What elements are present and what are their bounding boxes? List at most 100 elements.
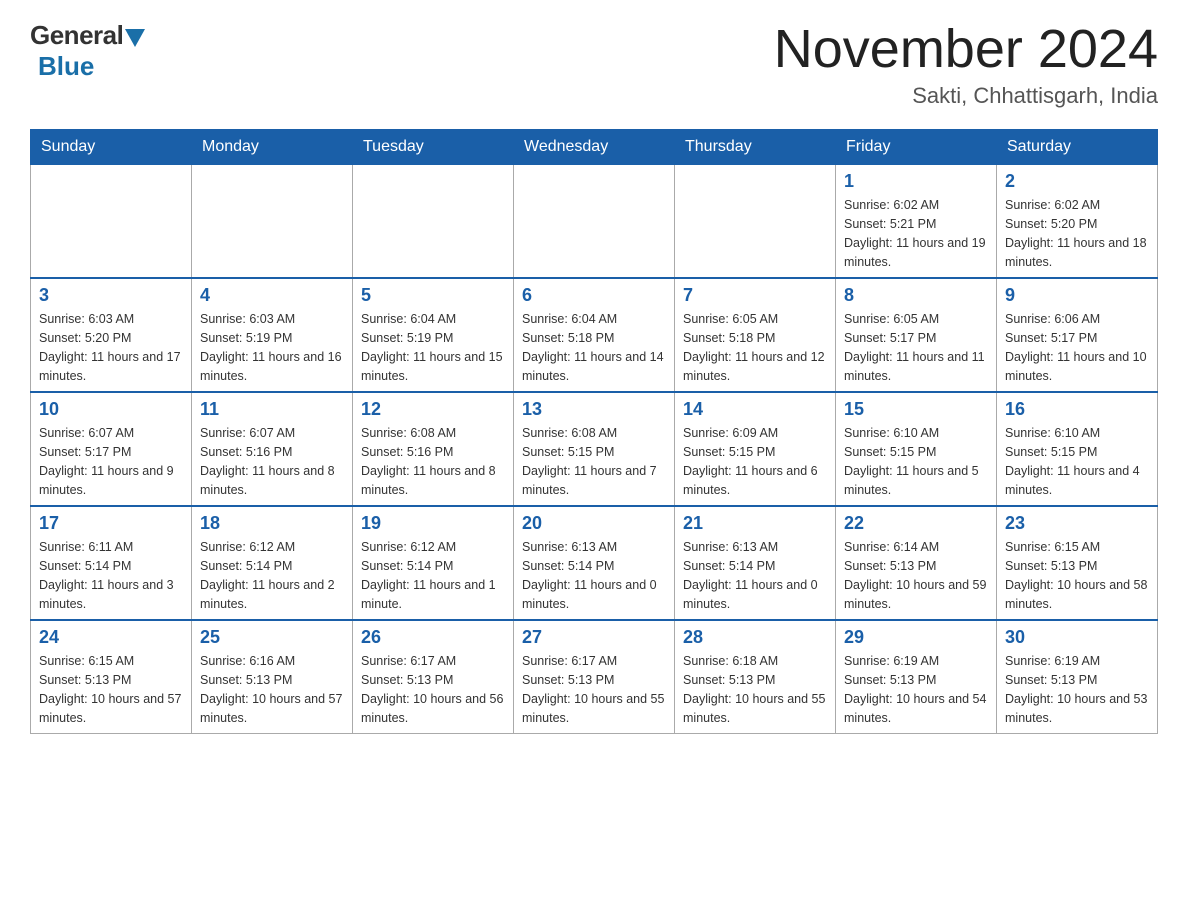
- calendar-day-cell: 8 Sunrise: 6:05 AMSunset: 5:17 PMDaylight…: [836, 278, 997, 392]
- day-info: Sunrise: 6:19 AMSunset: 5:13 PMDaylight:…: [844, 652, 988, 727]
- day-number: 14: [683, 399, 827, 420]
- day-number: 18: [200, 513, 344, 534]
- day-info: Sunrise: 6:06 AMSunset: 5:17 PMDaylight:…: [1005, 310, 1149, 385]
- day-of-week-header: Friday: [836, 130, 997, 165]
- day-info: Sunrise: 6:12 AMSunset: 5:14 PMDaylight:…: [200, 538, 344, 613]
- day-info: Sunrise: 6:04 AMSunset: 5:19 PMDaylight:…: [361, 310, 505, 385]
- calendar-day-cell: 21 Sunrise: 6:13 AMSunset: 5:14 PMDayligh…: [675, 506, 836, 620]
- day-info: Sunrise: 6:14 AMSunset: 5:13 PMDaylight:…: [844, 538, 988, 613]
- day-info: Sunrise: 6:17 AMSunset: 5:13 PMDaylight:…: [522, 652, 666, 727]
- calendar-day-cell: 10Sunrise: 6:07 AMSunset: 5:17 PMDayligh…: [31, 392, 192, 506]
- day-info: Sunrise: 6:16 AMSunset: 5:13 PMDaylight:…: [200, 652, 344, 727]
- calendar-day-cell: 30 Sunrise: 6:19 AMSunset: 5:13 PMDayligh…: [997, 620, 1158, 734]
- calendar-day-cell: 9 Sunrise: 6:06 AMSunset: 5:17 PMDaylight…: [997, 278, 1158, 392]
- calendar-day-cell: 17Sunrise: 6:11 AMSunset: 5:14 PMDayligh…: [31, 506, 192, 620]
- logo: General Blue: [30, 20, 145, 82]
- calendar-week-row: 3 Sunrise: 6:03 AMSunset: 5:20 PMDaylight…: [31, 278, 1158, 392]
- day-info: Sunrise: 6:03 AMSunset: 5:19 PMDaylight:…: [200, 310, 344, 385]
- day-number: 9: [1005, 285, 1149, 306]
- day-number: 6: [522, 285, 666, 306]
- calendar-day-cell: [192, 165, 353, 279]
- calendar-day-cell: 26 Sunrise: 6:17 AMSunset: 5:13 PMDayligh…: [353, 620, 514, 734]
- calendar-day-cell: 29 Sunrise: 6:19 AMSunset: 5:13 PMDayligh…: [836, 620, 997, 734]
- calendar-day-cell: 18 Sunrise: 6:12 AMSunset: 5:14 PMDayligh…: [192, 506, 353, 620]
- day-number: 10: [39, 399, 183, 420]
- logo-general-text: General: [30, 20, 123, 51]
- calendar-day-cell: 1 Sunrise: 6:02 AMSunset: 5:21 PMDaylight…: [836, 165, 997, 279]
- day-info: Sunrise: 6:05 AMSunset: 5:17 PMDaylight:…: [844, 310, 988, 385]
- day-info: Sunrise: 6:15 AMSunset: 5:13 PMDaylight:…: [39, 652, 183, 727]
- day-number: 28: [683, 627, 827, 648]
- day-info: Sunrise: 6:13 AMSunset: 5:14 PMDaylight:…: [683, 538, 827, 613]
- calendar-header-row: SundayMondayTuesdayWednesdayThursdayFrid…: [31, 130, 1158, 165]
- day-number: 8: [844, 285, 988, 306]
- day-of-week-header: Wednesday: [514, 130, 675, 165]
- calendar-day-cell: 5 Sunrise: 6:04 AMSunset: 5:19 PMDaylight…: [353, 278, 514, 392]
- day-number: 3: [39, 285, 183, 306]
- calendar-day-cell: 4Sunrise: 6:03 AMSunset: 5:19 PMDaylight…: [192, 278, 353, 392]
- day-number: 13: [522, 399, 666, 420]
- calendar-day-cell: 27 Sunrise: 6:17 AMSunset: 5:13 PMDayligh…: [514, 620, 675, 734]
- calendar-week-row: 1 Sunrise: 6:02 AMSunset: 5:21 PMDaylight…: [31, 165, 1158, 279]
- calendar-day-cell: 20Sunrise: 6:13 AMSunset: 5:14 PMDayligh…: [514, 506, 675, 620]
- month-title: November 2024: [774, 20, 1158, 79]
- day-number: 26: [361, 627, 505, 648]
- logo-blue-text: Blue: [38, 51, 94, 82]
- day-number: 1: [844, 171, 988, 192]
- calendar-day-cell: [514, 165, 675, 279]
- calendar-week-row: 24 Sunrise: 6:15 AMSunset: 5:13 PMDayligh…: [31, 620, 1158, 734]
- day-info: Sunrise: 6:17 AMSunset: 5:13 PMDaylight:…: [361, 652, 505, 727]
- day-info: Sunrise: 6:10 AMSunset: 5:15 PMDaylight:…: [1005, 424, 1149, 499]
- day-number: 24: [39, 627, 183, 648]
- day-info: Sunrise: 6:08 AMSunset: 5:15 PMDaylight:…: [522, 424, 666, 499]
- calendar-day-cell: 11Sunrise: 6:07 AMSunset: 5:16 PMDayligh…: [192, 392, 353, 506]
- day-number: 30: [1005, 627, 1149, 648]
- day-info: Sunrise: 6:18 AMSunset: 5:13 PMDaylight:…: [683, 652, 827, 727]
- day-number: 20: [522, 513, 666, 534]
- day-number: 27: [522, 627, 666, 648]
- day-info: Sunrise: 6:12 AMSunset: 5:14 PMDaylight:…: [361, 538, 505, 613]
- day-number: 21: [683, 513, 827, 534]
- day-of-week-header: Thursday: [675, 130, 836, 165]
- day-number: 16: [1005, 399, 1149, 420]
- day-number: 11: [200, 399, 344, 420]
- day-info: Sunrise: 6:04 AMSunset: 5:18 PMDaylight:…: [522, 310, 666, 385]
- calendar-day-cell: 16 Sunrise: 6:10 AMSunset: 5:15 PMDayligh…: [997, 392, 1158, 506]
- day-info: Sunrise: 6:10 AMSunset: 5:15 PMDaylight:…: [844, 424, 988, 499]
- calendar-week-row: 17Sunrise: 6:11 AMSunset: 5:14 PMDayligh…: [31, 506, 1158, 620]
- day-info: Sunrise: 6:02 AMSunset: 5:20 PMDaylight:…: [1005, 196, 1149, 271]
- day-info: Sunrise: 6:03 AMSunset: 5:20 PMDaylight:…: [39, 310, 183, 385]
- calendar-day-cell: 15 Sunrise: 6:10 AMSunset: 5:15 PMDayligh…: [836, 392, 997, 506]
- calendar-day-cell: 12 Sunrise: 6:08 AMSunset: 5:16 PMDayligh…: [353, 392, 514, 506]
- calendar-day-cell: 24 Sunrise: 6:15 AMSunset: 5:13 PMDayligh…: [31, 620, 192, 734]
- day-number: 15: [844, 399, 988, 420]
- calendar-day-cell: 13 Sunrise: 6:08 AMSunset: 5:15 PMDayligh…: [514, 392, 675, 506]
- day-number: 23: [1005, 513, 1149, 534]
- logo-arrow-icon: [125, 29, 145, 47]
- calendar-day-cell: 23Sunrise: 6:15 AMSunset: 5:13 PMDayligh…: [997, 506, 1158, 620]
- day-of-week-header: Tuesday: [353, 130, 514, 165]
- day-number: 19: [361, 513, 505, 534]
- header: General Blue November 2024 Sakti, Chhatt…: [30, 20, 1158, 109]
- calendar-day-cell: 14Sunrise: 6:09 AMSunset: 5:15 PMDayligh…: [675, 392, 836, 506]
- day-number: 29: [844, 627, 988, 648]
- calendar-table: SundayMondayTuesdayWednesdayThursdayFrid…: [30, 129, 1158, 734]
- calendar-day-cell: 3 Sunrise: 6:03 AMSunset: 5:20 PMDaylight…: [31, 278, 192, 392]
- day-number: 12: [361, 399, 505, 420]
- day-number: 22: [844, 513, 988, 534]
- day-info: Sunrise: 6:08 AMSunset: 5:16 PMDaylight:…: [361, 424, 505, 499]
- calendar-day-cell: 7Sunrise: 6:05 AMSunset: 5:18 PMDaylight…: [675, 278, 836, 392]
- day-number: 7: [683, 285, 827, 306]
- calendar-day-cell: 2 Sunrise: 6:02 AMSunset: 5:20 PMDaylight…: [997, 165, 1158, 279]
- calendar-day-cell: 25Sunrise: 6:16 AMSunset: 5:13 PMDayligh…: [192, 620, 353, 734]
- calendar-day-cell: 22 Sunrise: 6:14 AMSunset: 5:13 PMDayligh…: [836, 506, 997, 620]
- day-number: 5: [361, 285, 505, 306]
- day-number: 2: [1005, 171, 1149, 192]
- title-block: November 2024 Sakti, Chhattisgarh, India: [774, 20, 1158, 109]
- calendar-day-cell: 28 Sunrise: 6:18 AMSunset: 5:13 PMDayligh…: [675, 620, 836, 734]
- day-info: Sunrise: 6:02 AMSunset: 5:21 PMDaylight:…: [844, 196, 988, 271]
- day-of-week-header: Saturday: [997, 130, 1158, 165]
- calendar-day-cell: 19 Sunrise: 6:12 AMSunset: 5:14 PMDayligh…: [353, 506, 514, 620]
- day-info: Sunrise: 6:11 AMSunset: 5:14 PMDaylight:…: [39, 538, 183, 613]
- day-info: Sunrise: 6:19 AMSunset: 5:13 PMDaylight:…: [1005, 652, 1149, 727]
